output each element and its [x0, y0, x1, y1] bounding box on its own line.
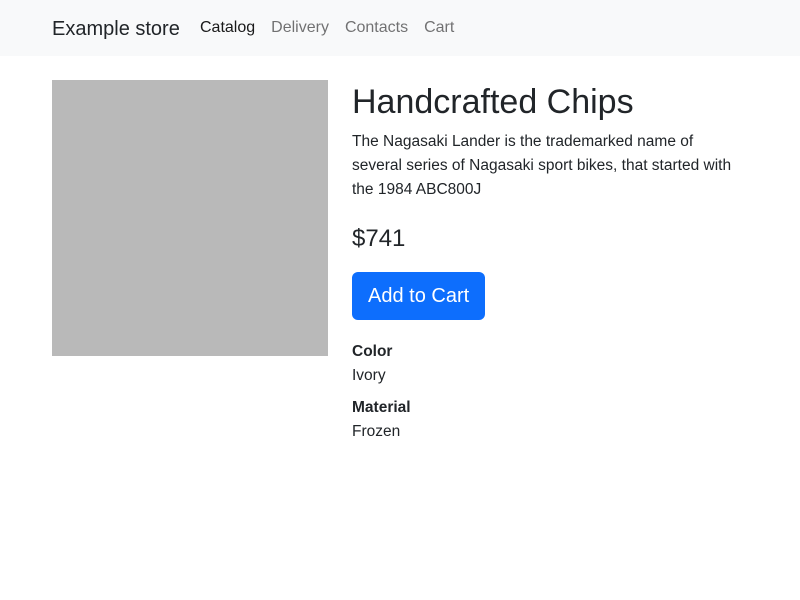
- attribute-label: Material: [352, 399, 411, 416]
- product-image-placeholder: [52, 80, 328, 356]
- nav-item-contacts: Contacts: [345, 17, 424, 39]
- nav-link-cart[interactable]: Cart: [424, 17, 454, 39]
- product-description: The Nagasaki Lander is the trademarked n…: [352, 133, 732, 198]
- product-price: $741: [352, 225, 406, 252]
- attribute-color: Color Ivory: [352, 340, 752, 388]
- nav-link-catalog[interactable]: Catalog: [200, 17, 255, 39]
- product-details: Handcrafted Chips The Nagasaki Lander is…: [352, 80, 752, 444]
- nav-link-delivery[interactable]: Delivery: [271, 17, 329, 39]
- nav-item-catalog: Catalog: [200, 17, 271, 39]
- nav-item-delivery: Delivery: [271, 17, 345, 39]
- nav-link-contacts[interactable]: Contacts: [345, 17, 408, 39]
- attribute-value: Frozen: [352, 423, 401, 440]
- add-to-cart-button[interactable]: Add to Cart: [352, 272, 486, 320]
- attribute-material: Material Frozen: [352, 396, 752, 444]
- brand-link[interactable]: Example store: [52, 16, 180, 42]
- nav-menu: Catalog Delivery Contacts Cart: [200, 17, 470, 39]
- product-title: Handcrafted Chips: [352, 83, 634, 121]
- top-navbar: Example store Catalog Delivery Contacts …: [0, 0, 800, 56]
- attribute-value: Ivory: [352, 367, 386, 384]
- attribute-label: Color: [352, 343, 393, 360]
- nav-item-cart: Cart: [424, 17, 470, 39]
